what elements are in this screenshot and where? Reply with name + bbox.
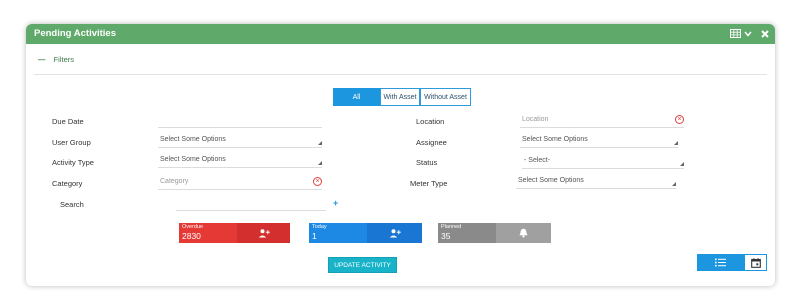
meter-type-label: Meter Type	[410, 179, 448, 188]
overdue-count: 2830	[182, 231, 201, 241]
activity-type-value: Select Some Options	[160, 156, 226, 163]
clear-icon[interactable]: ×	[675, 115, 684, 124]
category-placeholder: Category	[160, 178, 189, 185]
assignee-value: Select Some Options	[522, 136, 588, 143]
planned-count: 35	[441, 231, 451, 241]
status-label: Status	[416, 158, 438, 167]
segment-all[interactable]: All	[333, 88, 380, 106]
today-info: Today 1	[309, 223, 367, 243]
today-card[interactable]: Today 1	[309, 223, 422, 243]
assignee-select[interactable]: Select Some Options	[520, 134, 678, 148]
list-icon	[715, 258, 726, 267]
status-select[interactable]: - Select-	[522, 155, 684, 169]
user-group-select[interactable]: Select Some Options	[158, 134, 322, 148]
user-group-label: User Group	[52, 138, 91, 147]
chevron-down-icon[interactable]	[743, 27, 753, 40]
planned-info: Planned 35	[438, 223, 496, 243]
user-plus-icon	[367, 223, 422, 243]
filters-label: Filters	[53, 55, 75, 64]
dropdown-arrow-icon	[318, 141, 322, 145]
calendar-icon	[750, 257, 761, 268]
due-date-label: Due Date	[52, 117, 84, 126]
dropdown-arrow-icon	[318, 161, 322, 165]
pending-activities-panel: Pending Activities — Filters All With As…	[26, 24, 775, 286]
bell-icon	[496, 223, 551, 243]
user-plus-icon	[237, 223, 290, 243]
meter-type-value: Select Some Options	[518, 177, 584, 184]
update-activity-button[interactable]: UPDATE ACTIVITY	[328, 257, 397, 273]
search-label: Search	[60, 200, 84, 209]
divider	[34, 74, 767, 75]
activity-type-select[interactable]: Select Some Options	[158, 154, 322, 168]
location-placeholder: Location	[522, 116, 549, 123]
list-view-button[interactable]	[697, 254, 744, 271]
meter-type-select[interactable]: Select Some Options	[516, 175, 676, 189]
clear-icon[interactable]: ×	[313, 177, 322, 186]
location-label: Location	[416, 117, 445, 126]
planned-card[interactable]: Planned 35	[438, 223, 551, 243]
segment-with-asset[interactable]: With Asset	[380, 88, 420, 106]
segment-without-asset[interactable]: Without Asset	[420, 88, 471, 106]
user-group-value: Select Some Options	[160, 136, 226, 143]
collapse-icon: —	[38, 55, 46, 64]
status-value: - Select-	[524, 157, 551, 164]
planned-title: Planned	[441, 224, 462, 230]
category-input[interactable]: Category ×	[158, 176, 322, 190]
grid-icon[interactable]	[729, 27, 742, 40]
close-icon[interactable]	[760, 27, 770, 40]
panel-header: Pending Activities	[26, 24, 775, 44]
filters-toggle[interactable]: — Filters	[38, 55, 74, 64]
due-date-field[interactable]	[158, 114, 322, 128]
dropdown-arrow-icon	[672, 182, 676, 186]
dropdown-arrow-icon	[674, 141, 678, 145]
dropdown-arrow-icon	[680, 162, 684, 166]
calendar-view-button[interactable]	[744, 254, 767, 271]
overdue-info: Overdue 2830	[179, 223, 237, 243]
category-label: Category	[52, 179, 83, 188]
today-count: 1	[312, 231, 317, 241]
overdue-card[interactable]: Overdue 2830	[179, 223, 290, 243]
today-title: Today	[312, 224, 327, 230]
overdue-title: Overdue	[182, 224, 204, 230]
search-input[interactable]	[176, 197, 326, 211]
add-icon[interactable]: +	[333, 198, 338, 208]
assignee-label: Assignee	[416, 138, 447, 147]
panel-title: Pending Activities	[34, 28, 116, 39]
location-input[interactable]: Location ×	[520, 114, 684, 128]
activity-type-label: Activity Type	[52, 158, 94, 167]
